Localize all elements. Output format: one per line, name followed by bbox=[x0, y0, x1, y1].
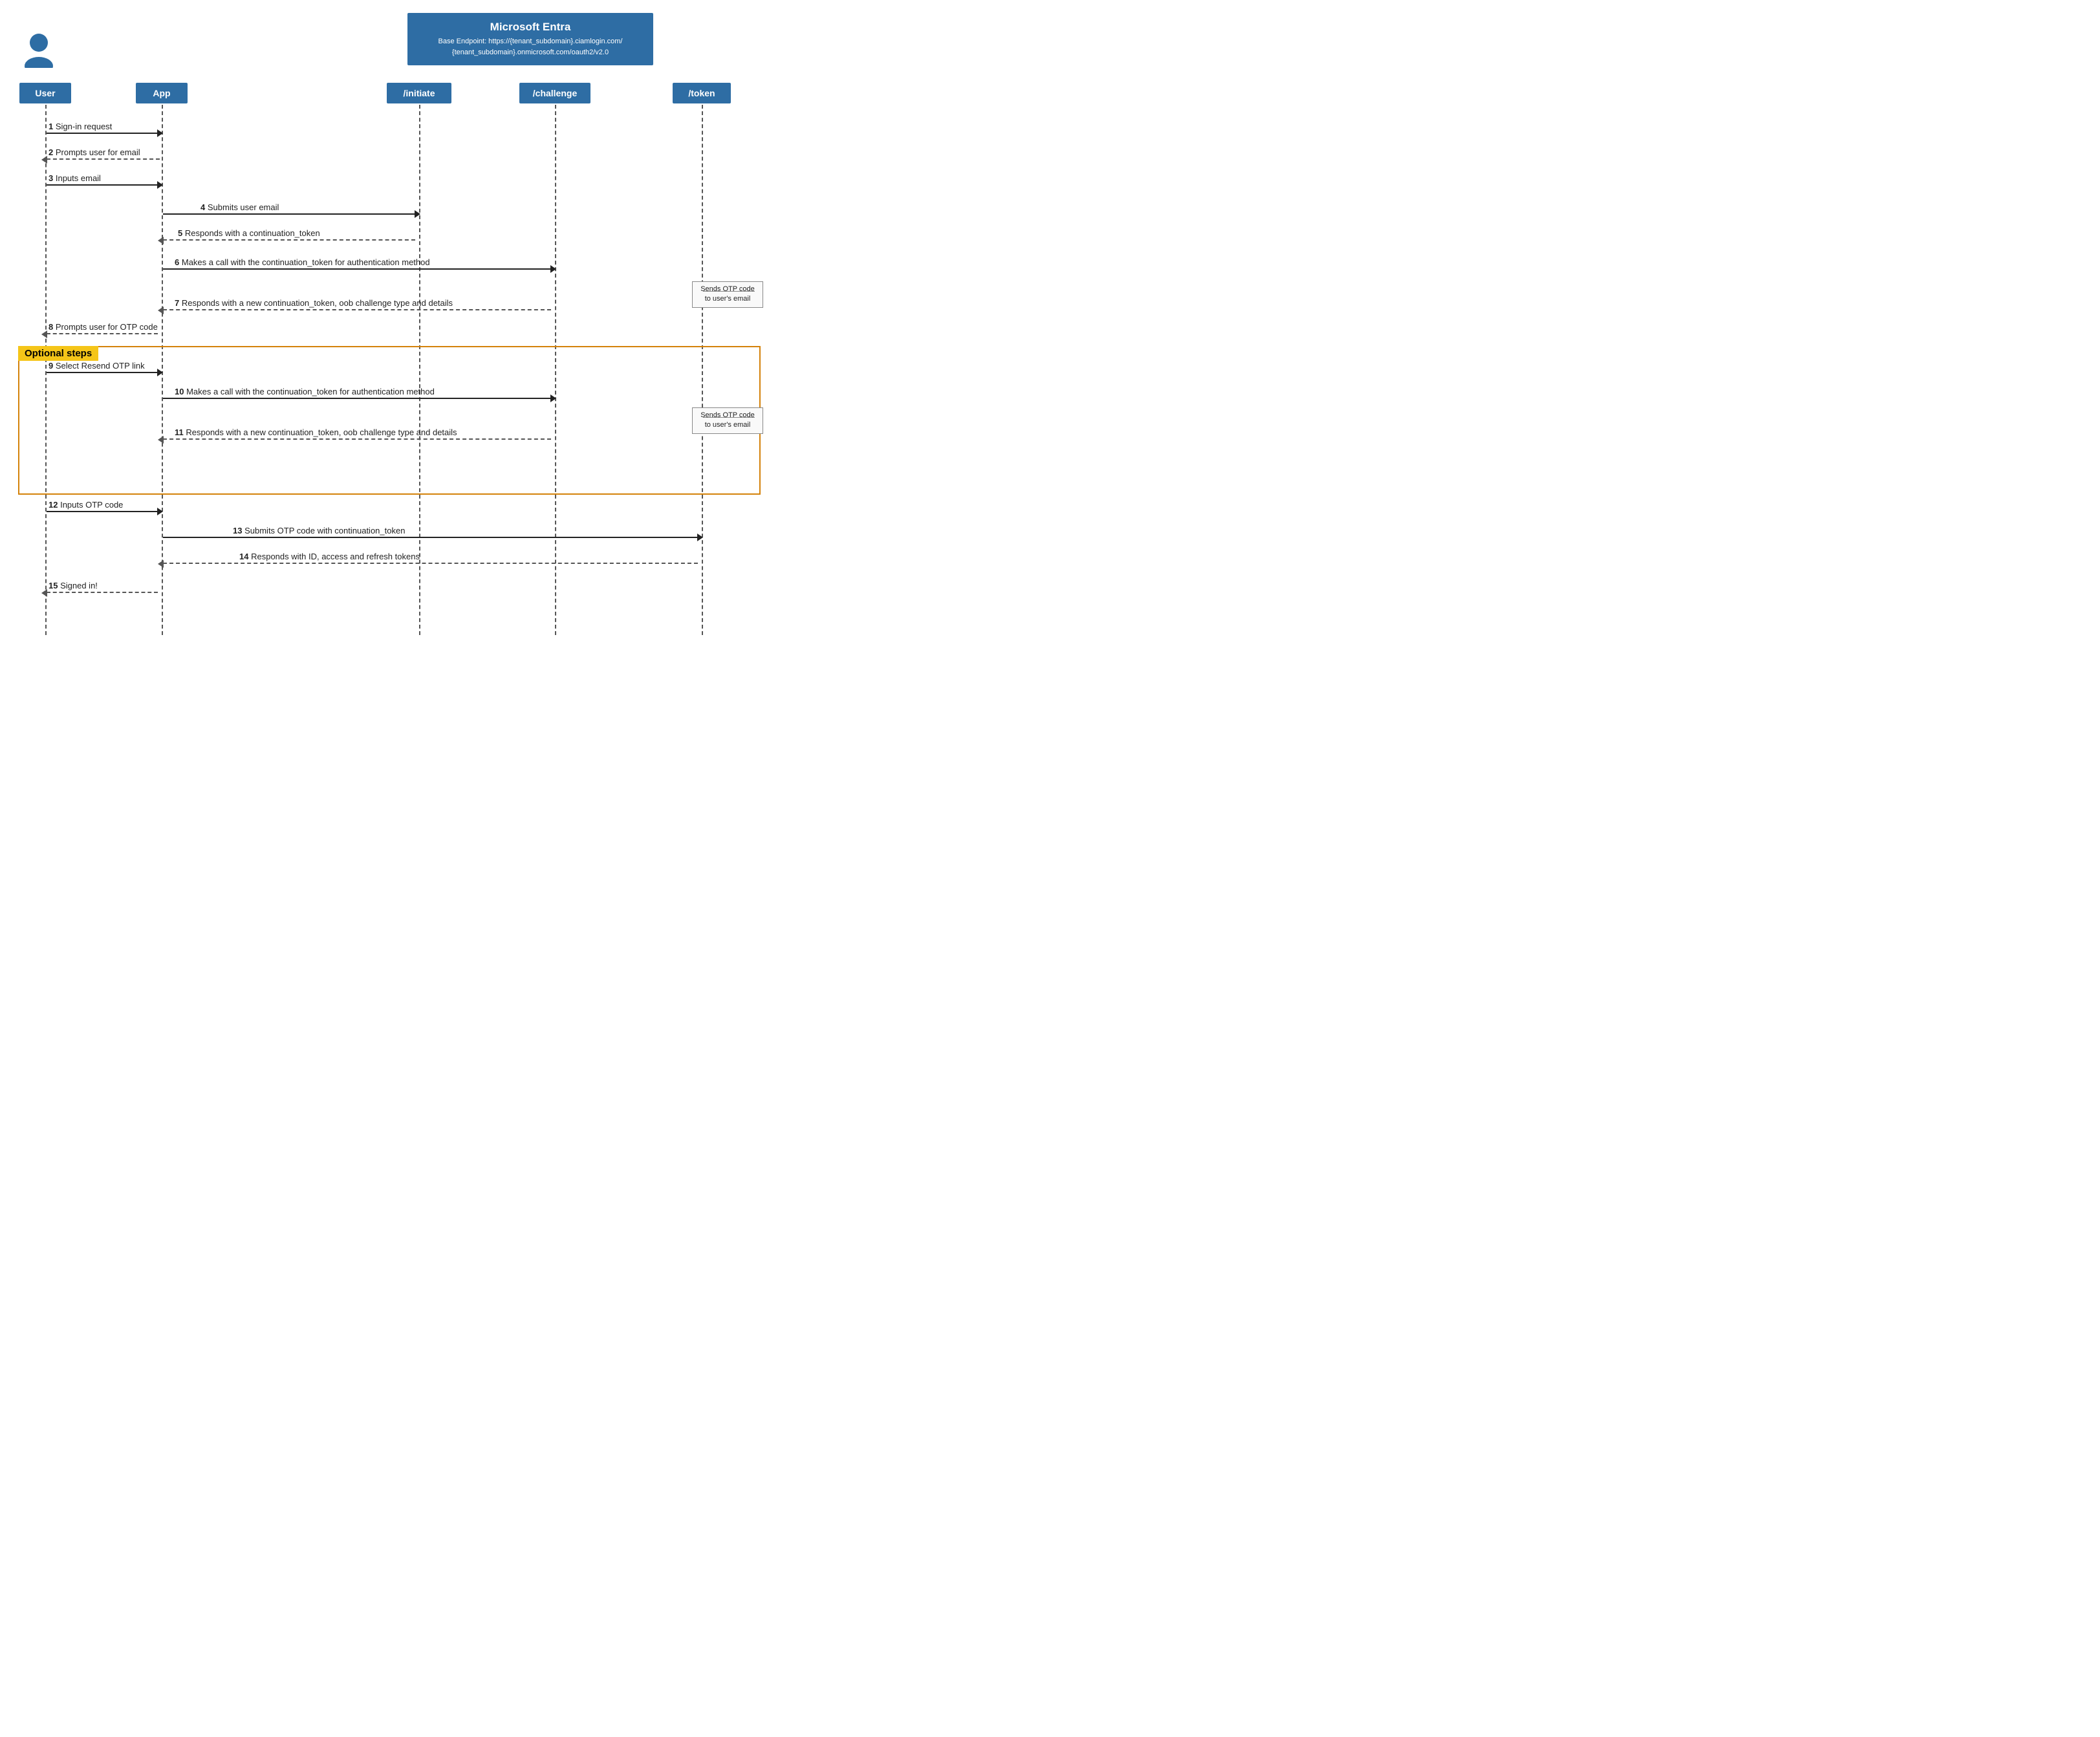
arrow-2 bbox=[47, 158, 160, 160]
entra-header: Microsoft Entra Base Endpoint: https://{… bbox=[407, 13, 653, 65]
side-note-connector-2 bbox=[703, 417, 755, 418]
diagram-container: Microsoft Entra Base Endpoint: https://{… bbox=[6, 13, 770, 621]
arrow-8 bbox=[47, 333, 158, 334]
side-note-connector-1 bbox=[703, 291, 755, 292]
side-note-otp-2: Sends OTP codeto user's email bbox=[692, 407, 763, 434]
label-12: 12 Inputs OTP code bbox=[49, 500, 123, 510]
user-avatar bbox=[19, 32, 58, 68]
arrow-6 bbox=[163, 268, 551, 270]
lifeline-token: /token bbox=[673, 83, 731, 103]
arrow-7 bbox=[163, 309, 551, 310]
label-9: 9 Select Resend OTP link bbox=[49, 361, 145, 371]
lifeline-app: App bbox=[136, 83, 188, 103]
arrow-3 bbox=[47, 184, 158, 186]
arrow-15 bbox=[47, 592, 158, 593]
label-15: 15 Signed in! bbox=[49, 581, 98, 590]
label-1: 1 Sign-in request bbox=[49, 122, 112, 131]
lifeline-user: User bbox=[19, 83, 71, 103]
arrow-10 bbox=[163, 398, 551, 399]
optional-steps-label: Optional steps bbox=[18, 346, 98, 361]
entra-title: Microsoft Entra bbox=[418, 21, 643, 34]
label-7: 7 Responds with a new continuation_token… bbox=[175, 298, 453, 308]
arrow-4 bbox=[163, 213, 415, 215]
label-5: 5 Responds with a continuation_token bbox=[178, 228, 320, 238]
arrow-9 bbox=[47, 372, 158, 373]
label-11: 11 Responds with a new continuation_toke… bbox=[175, 427, 457, 437]
label-6: 6 Makes a call with the continuation_tok… bbox=[175, 257, 430, 267]
entra-subtitle: Base Endpoint: https://{tenant_subdomain… bbox=[418, 36, 643, 58]
arrow-13 bbox=[163, 537, 698, 538]
label-4: 4 Submits user email bbox=[200, 202, 279, 212]
lifeline-challenge: /challenge bbox=[519, 83, 590, 103]
arrow-11 bbox=[163, 438, 551, 440]
label-10: 10 Makes a call with the continuation_to… bbox=[175, 387, 435, 396]
arrow-5 bbox=[163, 239, 415, 241]
label-3: 3 Inputs email bbox=[49, 173, 101, 183]
label-2: 2 Prompts user for email bbox=[49, 147, 140, 157]
arrow-12 bbox=[47, 511, 158, 512]
label-14: 14 Responds with ID, access and refresh … bbox=[239, 552, 420, 561]
label-8: 8 Prompts user for OTP code bbox=[49, 322, 158, 332]
side-note-otp-1: Sends OTP codeto user's email bbox=[692, 281, 763, 308]
arrow-14 bbox=[163, 563, 698, 564]
label-13: 13 Submits OTP code with continuation_to… bbox=[233, 526, 405, 535]
arrow-1 bbox=[47, 133, 158, 134]
lifeline-initiate: /initiate bbox=[387, 83, 451, 103]
